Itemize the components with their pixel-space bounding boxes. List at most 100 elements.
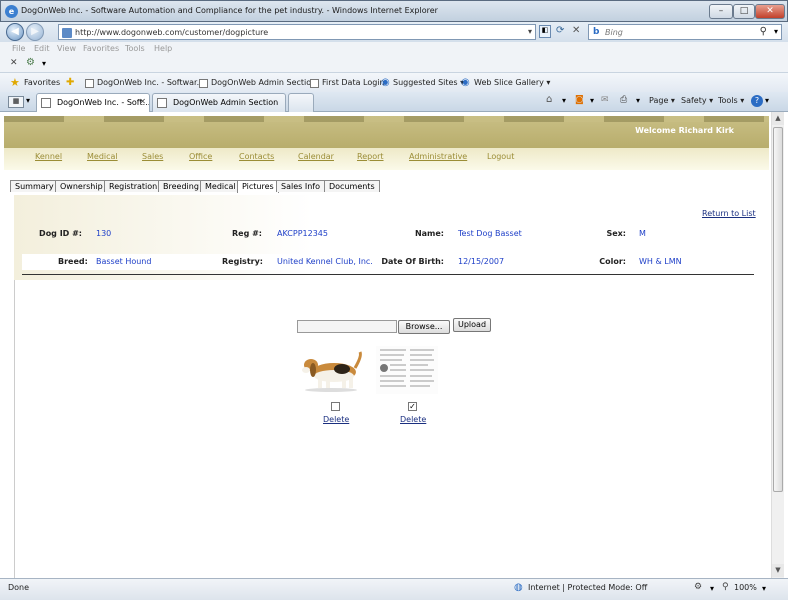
stop-icon[interactable]: ✕ xyxy=(572,25,580,36)
zoom-level[interactable]: 100% xyxy=(734,583,757,592)
tab-sales-info[interactable]: Sales Info xyxy=(276,180,325,192)
nav-report[interactable]: Report xyxy=(357,152,384,161)
home-dropdown-icon[interactable]: ▾ xyxy=(562,96,566,105)
document-picture-thumbnail[interactable] xyxy=(376,346,442,394)
registry-value: United Kennel Club, Inc. xyxy=(277,257,373,266)
fav-web-slice-gallery[interactable]: Web Slice Gallery ▾ xyxy=(474,78,550,87)
address-dropdown-icon[interactable]: ▾ xyxy=(528,27,532,36)
menu-view[interactable]: View xyxy=(57,44,76,53)
help-icon[interactable]: ? xyxy=(751,95,763,107)
banner-stripe xyxy=(4,116,769,122)
nav-medical[interactable]: Medical xyxy=(87,152,118,161)
refresh-icon[interactable]: ⟳ xyxy=(556,25,564,36)
page-icon xyxy=(310,79,319,88)
fav-item-dogonweb[interactable]: DogOnWeb Inc. - Softwar... xyxy=(97,78,204,87)
forward-button[interactable]: ▶ xyxy=(26,23,44,41)
picture-1-delete-link[interactable]: Delete xyxy=(323,415,349,424)
compatibility-view-icon[interactable]: ◧ xyxy=(539,25,551,38)
page-icon xyxy=(41,98,51,108)
ie-suggested-icon: ◉ xyxy=(381,77,390,88)
nav-office[interactable]: Office xyxy=(189,152,212,161)
status-dropdown-icon[interactable]: ▾ xyxy=(710,584,714,593)
page-menu[interactable]: Page ▾ xyxy=(649,96,675,105)
menu-help[interactable]: Help xyxy=(154,44,172,53)
zoom-icon[interactable]: ⚲ xyxy=(722,582,729,592)
search-icon[interactable]: ⚲ xyxy=(760,26,767,37)
tab-summary[interactable]: Summary xyxy=(10,180,59,192)
addon-icon[interactable]: ⚙ xyxy=(26,57,35,68)
menu-edit[interactable]: Edit xyxy=(34,44,50,53)
name-value: Test Dog Basset xyxy=(458,229,522,238)
page-scrollbar[interactable]: ▲ ▼ xyxy=(771,112,784,578)
feeds-icon[interactable]: ◙ xyxy=(575,95,584,105)
menu-bar: File Edit View Favorites Tools Help xyxy=(0,42,788,56)
maximize-button[interactable]: □ xyxy=(733,4,755,19)
zoom-dropdown-icon[interactable]: ▾ xyxy=(762,584,766,593)
page-icon xyxy=(157,98,167,108)
registry-label: Registry: xyxy=(222,257,263,266)
return-to-list-link[interactable]: Return to List xyxy=(702,209,756,218)
tab-medical[interactable]: Medical xyxy=(200,180,241,192)
menu-file[interactable]: File xyxy=(12,44,25,53)
picture-1-checkbox[interactable] xyxy=(331,402,340,411)
close-window-button[interactable]: ✕ xyxy=(755,4,785,19)
back-button[interactable]: ◀ xyxy=(6,23,24,41)
fav-item-admin[interactable]: DogOnWeb Admin Section xyxy=(211,78,316,87)
browser-tab-dogonweb[interactable]: DogOnWeb Inc. - Soft... ✕ xyxy=(36,93,150,112)
window-title: DogOnWeb Inc. - Software Automation and … xyxy=(21,6,438,15)
search-dropdown-icon[interactable]: ▾ xyxy=(774,27,778,36)
search-input[interactable]: b Bing ⚲ ▾ xyxy=(588,24,782,40)
addon-dropdown-icon[interactable]: ▾ xyxy=(42,59,46,68)
nav-sales[interactable]: Sales xyxy=(142,152,163,161)
tab-pictures[interactable]: Pictures xyxy=(237,180,279,193)
close-tab-icon[interactable]: ✕ xyxy=(139,97,146,106)
nav-contacts[interactable]: Contacts xyxy=(239,152,274,161)
upload-button[interactable]: Upload xyxy=(453,318,491,332)
scroll-up-icon[interactable]: ▲ xyxy=(772,112,784,125)
page-favicon-icon xyxy=(62,28,72,38)
menu-tools[interactable]: Tools xyxy=(125,44,145,53)
tools-menu[interactable]: Tools ▾ xyxy=(718,96,744,105)
scroll-down-icon[interactable]: ▼ xyxy=(772,564,784,577)
favorites-button[interactable]: Favorites xyxy=(24,78,60,87)
tab-registration[interactable]: Registration xyxy=(104,180,163,192)
browser-tab-bar: ▦ ▾ DogOnWeb Inc. - Soft... ✕ DogOnWeb A… xyxy=(0,92,788,112)
picture-2-checkbox[interactable]: ✓ xyxy=(408,402,417,411)
quick-tabs-icon[interactable]: ▦ xyxy=(8,96,24,108)
file-path-input[interactable] xyxy=(297,320,397,333)
tab-documents[interactable]: Documents xyxy=(324,180,380,192)
welcome-message: Welcome Richard Kirk xyxy=(635,126,734,135)
picture-2-delete-link[interactable]: Delete xyxy=(400,415,426,424)
new-tab-button[interactable] xyxy=(288,93,314,112)
nav-calendar[interactable]: Calendar xyxy=(298,152,334,161)
tab-breeding[interactable]: Breeding xyxy=(158,180,204,192)
browse-button[interactable]: Browse... xyxy=(398,320,450,334)
minimize-button[interactable]: – xyxy=(709,4,733,19)
fav-suggested-sites[interactable]: Suggested Sites ▾ xyxy=(393,78,464,87)
nav-administrative[interactable]: Administrative xyxy=(409,152,467,161)
safety-menu[interactable]: Safety ▾ xyxy=(681,96,713,105)
browser-tab-admin[interactable]: DogOnWeb Admin Section xyxy=(152,93,286,112)
basset-hound-image xyxy=(302,351,362,392)
tab-ownership[interactable]: Ownership xyxy=(55,180,108,192)
popup-icon[interactable]: ⚙ xyxy=(694,582,702,592)
menu-favorites[interactable]: Favorites xyxy=(83,44,119,53)
nav-logout[interactable]: Logout xyxy=(487,152,514,161)
fav-item-first-data[interactable]: First Data Login xyxy=(322,78,385,87)
nav-kennel[interactable]: Kennel xyxy=(35,152,62,161)
dog-picture-thumbnail[interactable] xyxy=(298,346,364,394)
mail-icon[interactable]: ✉ xyxy=(601,95,609,105)
close-toolbar-icon[interactable]: ✕ xyxy=(10,58,18,68)
add-favorite-icon[interactable]: ✚ xyxy=(66,77,74,88)
sex-value: M xyxy=(639,229,646,238)
tab-list-dropdown-icon[interactable]: ▾ xyxy=(26,96,30,105)
scrollbar-thumb[interactable] xyxy=(773,127,783,492)
feeds-dropdown-icon[interactable]: ▾ xyxy=(590,96,594,105)
help-dropdown-icon[interactable]: ▾ xyxy=(765,96,769,105)
security-zone-text[interactable]: Internet | Protected Mode: Off xyxy=(528,583,647,592)
dob-value: 12/15/2007 xyxy=(458,257,505,266)
print-dropdown-icon[interactable]: ▾ xyxy=(636,96,640,105)
print-icon[interactable]: ⎙ xyxy=(620,95,627,105)
address-field[interactable]: http://www.dogonweb.com/customer/dogpict… xyxy=(58,24,536,40)
home-icon[interactable]: ⌂ xyxy=(546,94,552,105)
